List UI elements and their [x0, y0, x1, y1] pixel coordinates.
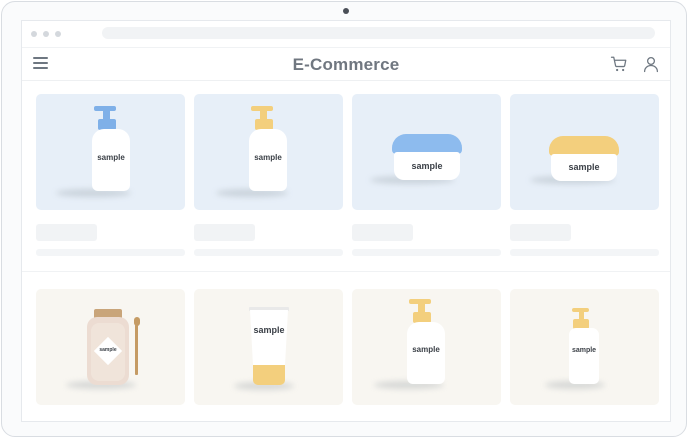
window-dot-maximize[interactable] — [55, 31, 61, 37]
product-label-text: sample — [254, 153, 282, 162]
screen: E-Commerce sample sample sample sample s… — [21, 20, 671, 422]
window-dot-close[interactable] — [31, 31, 37, 37]
product-card[interactable]: sample — [194, 289, 343, 405]
product-label-text: sample — [253, 325, 285, 335]
site-header: E-Commerce — [22, 47, 670, 81]
product-label-text: sample — [97, 153, 125, 162]
product-label-text: sample — [99, 347, 117, 353]
product-card[interactable]: sample — [36, 289, 185, 405]
product-card[interactable]: sample — [510, 289, 659, 405]
product-card[interactable]: sample — [36, 94, 185, 256]
product-label-text: sample — [568, 162, 600, 172]
product-image[interactable]: sample — [352, 289, 501, 405]
product-image[interactable]: sample — [510, 94, 659, 210]
section-divider — [22, 271, 670, 272]
product-image[interactable]: sample — [36, 289, 185, 405]
product-image[interactable]: sample — [36, 94, 185, 210]
product-card[interactable]: sample — [194, 94, 343, 256]
title-placeholder — [352, 224, 413, 241]
title-placeholder — [36, 224, 97, 241]
device-frame: E-Commerce sample sample sample sample s… — [1, 1, 687, 437]
product-image[interactable]: sample — [194, 94, 343, 210]
price-placeholder — [36, 249, 185, 256]
camera-dot — [343, 8, 349, 14]
user-account-icon[interactable] — [642, 55, 660, 73]
product-label-text: sample — [571, 347, 597, 354]
price-placeholder — [352, 249, 501, 256]
product-card[interactable]: sample — [352, 289, 501, 405]
brand-title: E-Commerce — [292, 55, 400, 74]
window-dot-minimize[interactable] — [43, 31, 49, 37]
product-image[interactable]: sample — [194, 289, 343, 405]
product-image[interactable]: sample — [352, 94, 501, 210]
product-card[interactable]: sample — [510, 94, 659, 256]
title-placeholder — [510, 224, 571, 241]
address-bar[interactable] — [102, 27, 655, 39]
price-placeholder — [510, 249, 659, 256]
shopping-cart-icon[interactable] — [610, 55, 628, 73]
hamburger-menu-icon[interactable] — [33, 57, 48, 70]
product-label-text: sample — [412, 345, 440, 354]
product-image[interactable]: sample — [510, 289, 659, 405]
browser-bar — [22, 21, 670, 48]
product-card[interactable]: sample — [352, 94, 501, 256]
product-label-text: sample — [411, 161, 443, 171]
price-placeholder — [194, 249, 343, 256]
title-placeholder — [194, 224, 255, 241]
